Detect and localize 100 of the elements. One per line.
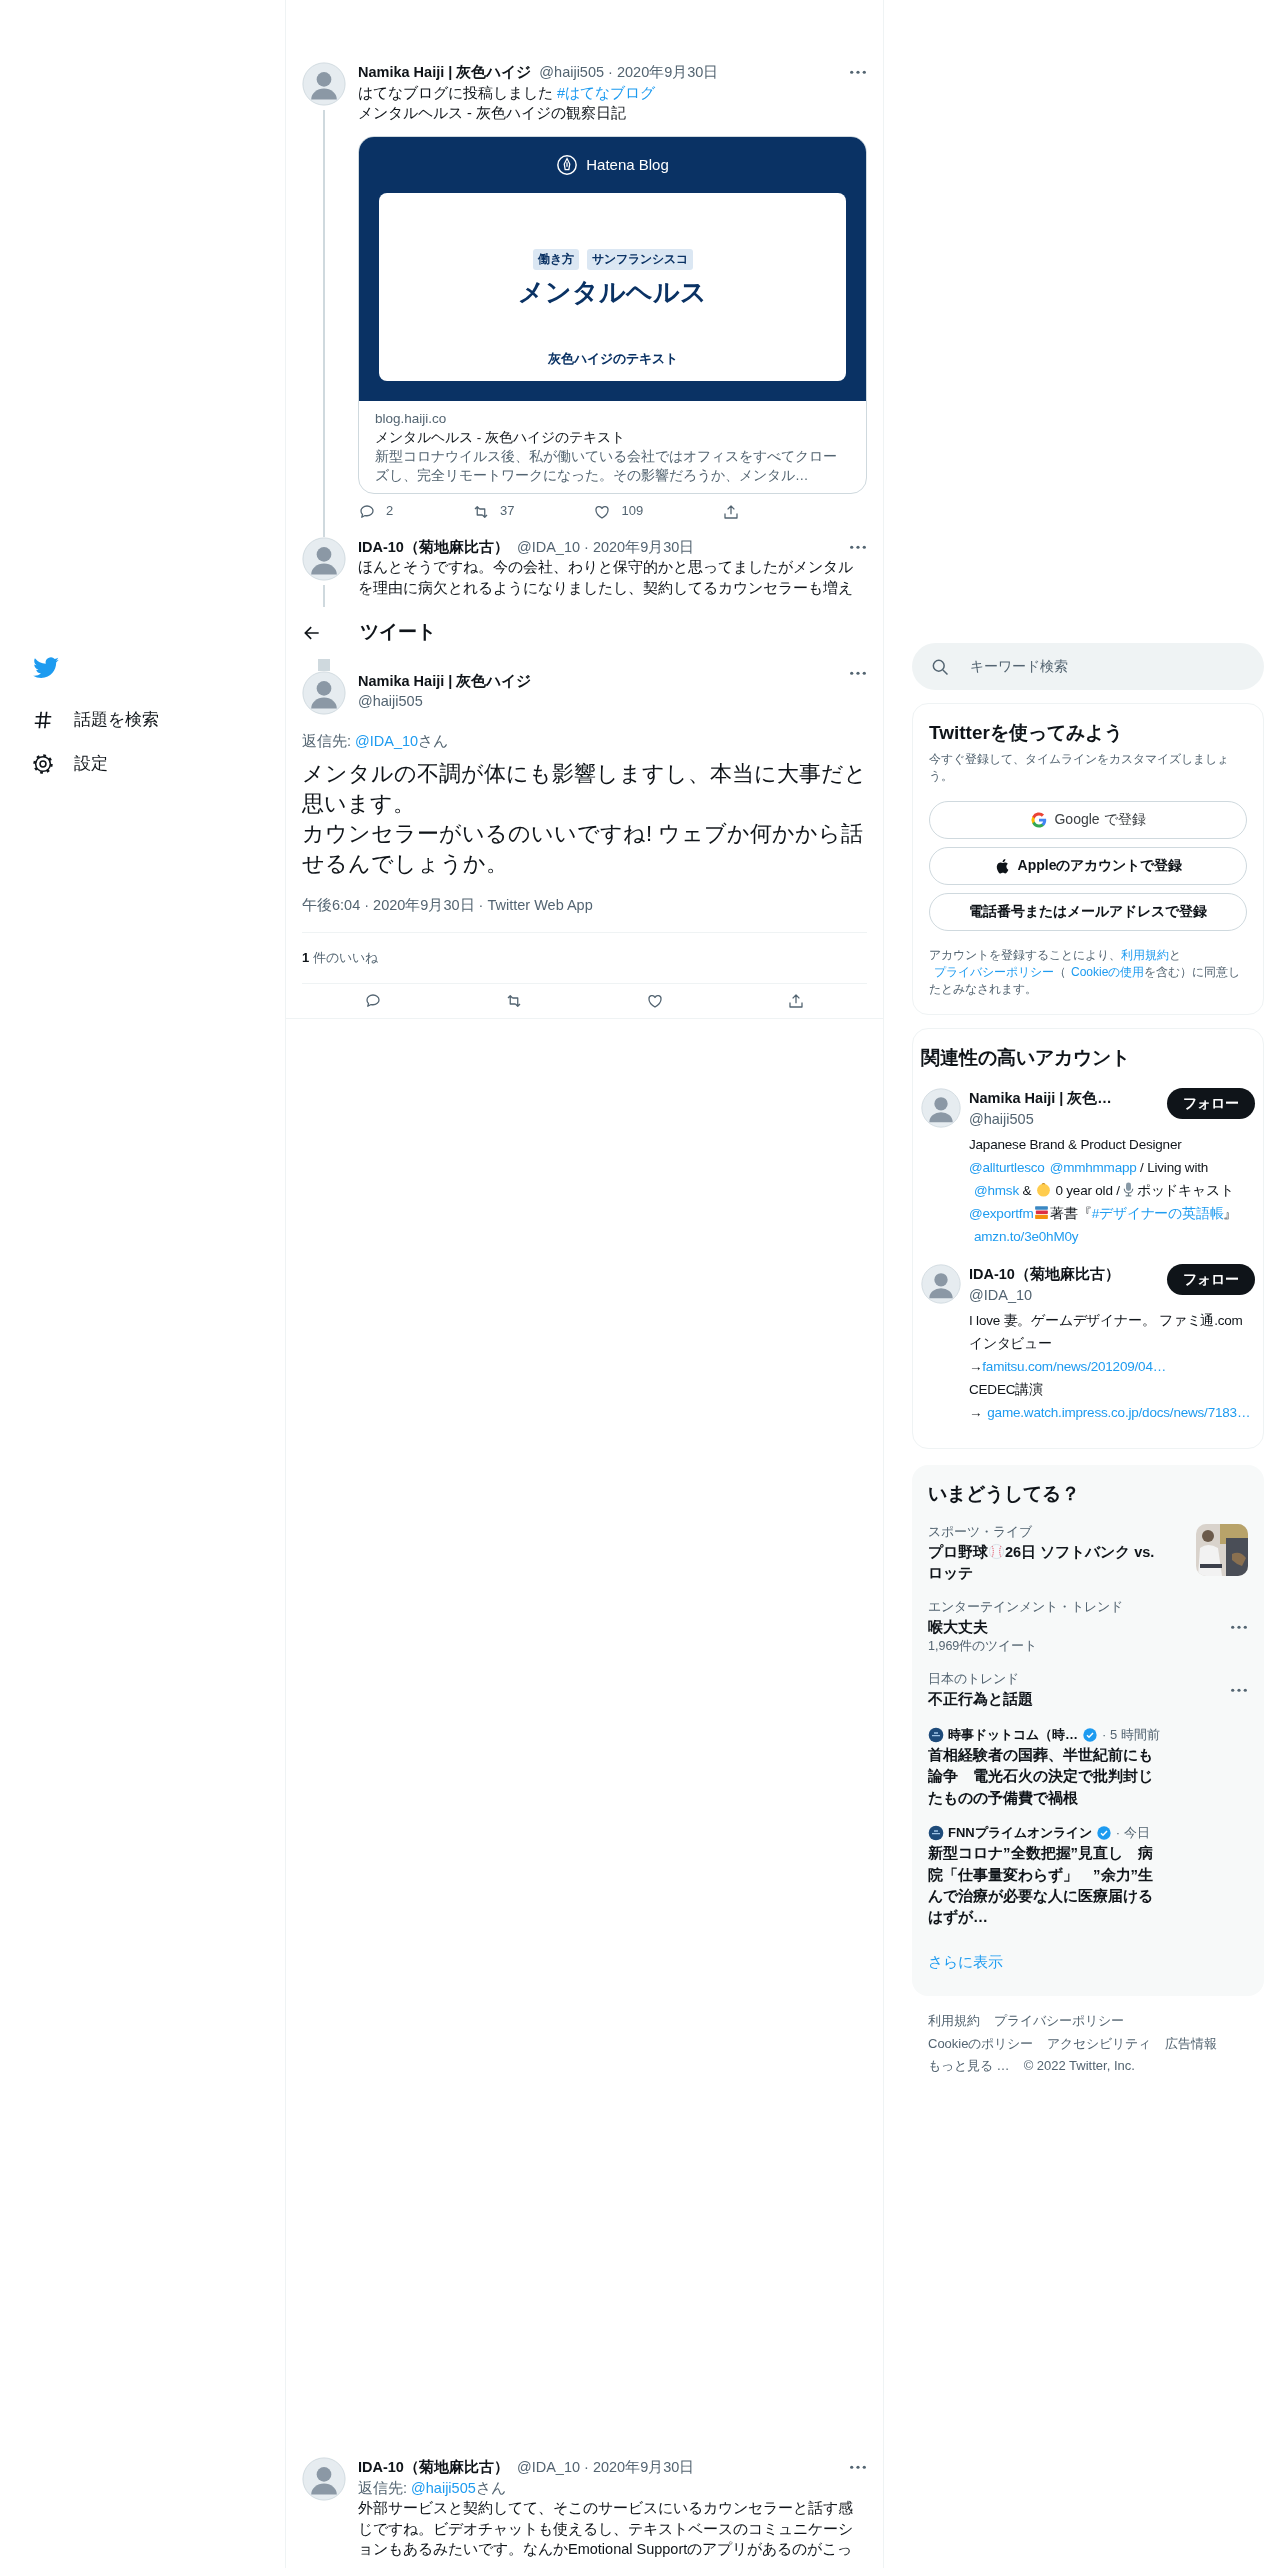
reply-button[interactable]: 2 <box>358 502 394 521</box>
tweet-text: ほんとそうですね。今の会社、わりと保守的かと思ってましたがメンタルを理由に病欠とれるようになりましたし、契約してるカウンセラーも増え <box>358 558 854 598</box>
like-label[interactable]: 件のいいね <box>313 948 379 968</box>
news-source: 時事ドットコム（時… <box>948 1725 1078 1744</box>
trend-title[interactable]: 首相経験者の国葬、半世紀前にも論争 電光石火の決定で批判封じたものの予備費で禍根 <box>928 1744 1166 1809</box>
terms-text: アカウントを登録することにより、利用規約 と プライバシーポリシー（ Cookieの使用を含む）に同意したとみなされます。 <box>929 947 1242 999</box>
trend-category: エンターテインメント・トレンド <box>928 1599 1124 1617</box>
like-button[interactable]: 109 <box>593 502 644 521</box>
news-source: FNNプライムオンライン <box>948 1824 1092 1843</box>
avatar[interactable] <box>302 2457 346 2502</box>
avatar[interactable] <box>302 62 346 106</box>
tweet-date[interactable]: · 2020年9月30日 <box>608 62 719 83</box>
card-title: 関連性の高いアカウント <box>921 1046 1131 1071</box>
trend-category: 日本のトレンド <box>928 1671 1020 1689</box>
trend-title[interactable]: 新型コロナ”全数把握”見直し 病院「仕事量変わらず」 ”余力”生んで治療が必要な人に医療届けるはずが… <box>928 1842 1166 1928</box>
news-logo-icon <box>928 1825 944 1842</box>
brand-name: Hatena Blog <box>586 155 669 176</box>
more-icon <box>1230 1688 1248 1693</box>
card-description: 新型コロナウイルス後、私が働いている会社ではオフィスをすべてクローズし、完全リモートワークになった。その影響だろうか、メンタル… <box>375 448 838 486</box>
tweet-text: メンタルの不調が体にも影響しますし、本当に大事だと思います。 <box>302 760 867 819</box>
account-bio: Japanese Brand & Product Designer @allturtlesco @mmhmmapp / Living with @hmsk & 0 year old / ポッドキャスト @exportfm 著書『#デザイナーの英語帳』 amzn.to/3e0hM0y <box>969 1136 1239 1247</box>
more-button[interactable] <box>849 544 867 550</box>
tag: サンフランシスコ <box>586 248 693 270</box>
avatar[interactable] <box>302 536 346 581</box>
avatar[interactable] <box>921 1088 961 1129</box>
settings-icon <box>32 753 54 776</box>
tweet-timestamp: 午後6:04 · 2020年9月30日 · Twitter Web App <box>302 896 594 916</box>
page-title: ツイート <box>360 620 436 645</box>
handle[interactable]: @haiji505 <box>358 691 841 712</box>
like-count[interactable]: 1 <box>302 948 310 968</box>
follow-button[interactable]: フォロー <box>1167 1088 1255 1120</box>
more-icon <box>849 2465 867 2470</box>
footer-link[interactable]: プライバシーポリシー <box>994 2012 1124 2031</box>
reply-icon <box>358 502 376 521</box>
account-bio: I love 妻。ゲームデザイナー。 ファミ通.comインタビュー →famitsu.com/news/201209/04… CEDEC講演 → game.watch.impress.co.jp/docs/news/7183… <box>969 1312 1252 1423</box>
signup-button[interactable]: Appleのアカウントで登録 <box>929 847 1247 886</box>
link-card[interactable]: Hatena Blog 働き方 サンフランシスコ メンタルヘルス 灰色ハイジのテキスト blog.haiji.co メンタルヘルス - 灰色ハイジのテキスト 新型コロナウイルス後、私が働いている会社ではオフィスをすべてクローズし、完全リモートワークになった。その影響だろうか、メンタル… <box>358 135 867 495</box>
tweet-text: はてなブログに投稿しました #はてなブログ メンタルヘルス - 灰色ハイジの観察日記 <box>358 83 657 124</box>
footer-link[interactable]: 利用規約 <box>928 2012 980 2031</box>
card-title: Twitterを使ってみよう <box>929 721 1124 745</box>
signup-button[interactable]: 電話番号またはメールアドレスで登録 <box>929 893 1247 932</box>
account-name[interactable]: Namika Haiji | 灰色… <box>969 1088 1167 1109</box>
avatar[interactable] <box>921 1264 961 1305</box>
search-input[interactable]: キーワード検索 <box>968 655 1246 678</box>
google-icon <box>1030 811 1049 830</box>
news-logo-icon <box>928 1726 944 1743</box>
handle[interactable]: @haiji505 <box>969 1108 1167 1130</box>
trend-title[interactable]: 喉大丈夫 <box>928 1617 1222 1638</box>
card-domain: blog.haiji.co <box>375 409 448 428</box>
author-name[interactable]: IDA-10（菊地麻比古） <box>358 2457 509 2478</box>
share-button[interactable] <box>787 992 806 1011</box>
footer-link[interactable]: アクセシビリティ <box>1047 2034 1152 2054</box>
footer-link[interactable]: もっと見る … <box>928 2057 1010 2076</box>
card-title: メンタルヘルス - 灰色ハイジのテキスト <box>375 428 626 447</box>
tweet-date[interactable]: · 2020年9月30日 <box>584 536 695 558</box>
account-name[interactable]: IDA-10（菊地麻比古） <box>969 1264 1167 1285</box>
more-icon <box>1230 1625 1248 1630</box>
author-name[interactable]: Namika Haiji | 灰色ハイジ <box>358 62 532 83</box>
tweet-text: 外部サービスと契約してて、そこのサービスにいるカウンセラーと話す感じですね。ビデオチャットも使えるし、テキストベースのコミュニケーションもあるみたいです。なんかEmotional Supportのアプリがあるのがこっ <box>358 2499 854 2560</box>
tweet-count: 1,969件のツイート <box>928 1637 1039 1655</box>
trend-category: スポーツ・ライブ <box>928 1524 1033 1542</box>
author-name[interactable]: Namika Haiji | 灰色ハイジ <box>358 670 841 692</box>
footer-link[interactable]: 広告情報 <box>1165 2034 1218 2054</box>
image-subtitle: 灰色ハイジのテキスト <box>547 350 678 369</box>
handle[interactable]: @IDA_10 <box>516 2457 581 2478</box>
books-icon <box>1033 1204 1051 1222</box>
news-time: · 5 時間前 <box>1102 1725 1160 1744</box>
tag: 働き方 <box>532 248 579 270</box>
author-name[interactable]: IDA-10（菊地麻比古） <box>358 536 509 558</box>
baseball-icon <box>988 1543 1005 1561</box>
follow-button[interactable]: フォロー <box>1167 1264 1255 1296</box>
pen-nib-icon <box>556 153 579 176</box>
trend-title[interactable]: プロ野球 26日 ソフトバンク vs. ロッテ <box>928 1542 1168 1584</box>
handle[interactable]: @IDA_10 <box>969 1284 1167 1306</box>
handle[interactable]: @haiji505 <box>539 62 605 83</box>
nav-item[interactable]: 話題を検索 <box>32 698 159 743</box>
handle[interactable]: @IDA_10 <box>516 536 581 558</box>
avatar[interactable] <box>302 670 346 715</box>
more-button[interactable] <box>849 70 867 75</box>
reply-to-text: 返信先: @haiji505さん <box>358 2478 507 2498</box>
footer-link[interactable]: Cookieのポリシー <box>928 2034 1034 2054</box>
tweet-date[interactable]: · 2020年9月30日 <box>584 2457 695 2478</box>
card-subtitle: 今すぐ登録して、タイムラインをカスタマイズしましょう。 <box>929 750 1230 785</box>
trend-title[interactable]: 不正行為と話題 <box>928 1689 1222 1710</box>
card-title: いまどうしてる？ <box>927 1482 1081 1507</box>
nav-item[interactable]: 設定 <box>32 742 108 787</box>
share-icon <box>787 992 806 1011</box>
more-button[interactable] <box>849 670 867 676</box>
footer-link[interactable]: © 2022 Twitter, Inc. <box>1023 2057 1135 2076</box>
retweet-button[interactable]: 37 <box>472 502 515 521</box>
tweet-text: カウンセラーがいるのいいですね! ウェブか何かから話せるんでしょうか。 <box>302 820 865 879</box>
image-title: メンタルヘルス <box>518 275 707 309</box>
reply-to-text: 返信先: @IDA_10さん <box>302 731 450 751</box>
search-field[interactable]: キーワード検索 <box>912 643 1264 690</box>
more-icon <box>849 670 867 676</box>
more-icon <box>849 544 867 550</box>
signup-button[interactable]: Google で登録 <box>929 801 1247 840</box>
more-icon <box>849 70 867 75</box>
more-button[interactable] <box>849 2465 867 2470</box>
news-time: · 今日 <box>1115 1824 1150 1843</box>
